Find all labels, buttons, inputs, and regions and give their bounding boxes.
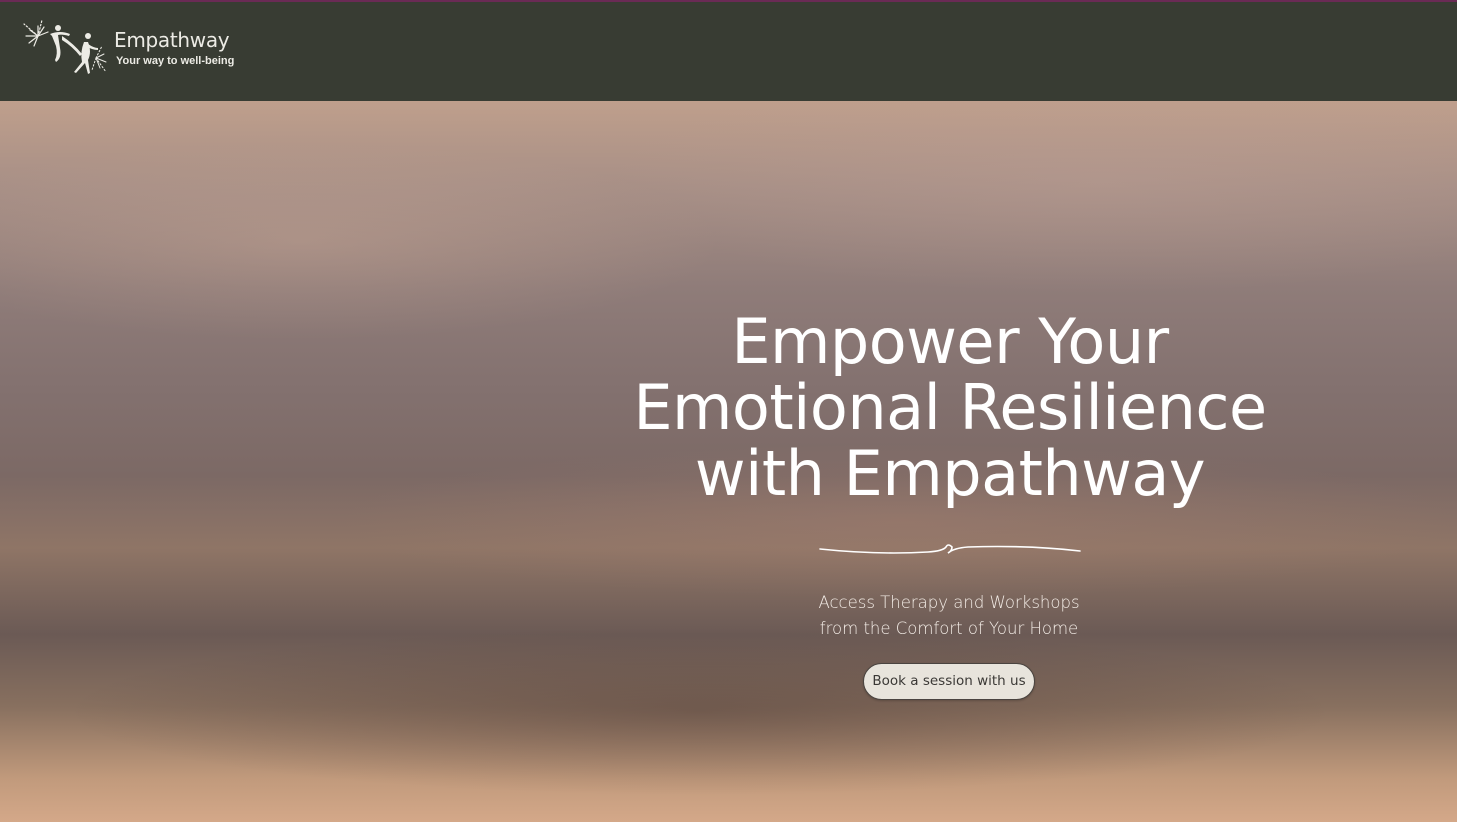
hero-subtitle-line-1: Access Therapy and Workshops	[818, 593, 1080, 612]
brand-tagline: Your way to well-being	[116, 55, 235, 67]
brand-name[interactable]: Empathway	[114, 28, 230, 52]
logo-icon[interactable]	[22, 14, 108, 78]
hero-section: Empower Your Emotional Resilience with E…	[0, 101, 1457, 822]
squiggle-divider-icon	[819, 544, 1081, 554]
hero-title: Empower Your Emotional Resilience with E…	[633, 305, 1267, 510]
page: Empathway Your way to well-being Empower…	[0, 0, 1457, 822]
hero-subtitle-line-2: from the Comfort of Your Home	[819, 619, 1079, 638]
book-session-button[interactable]: Book a session with us	[863, 663, 1035, 700]
site-header: Empathway Your way to well-being	[0, 0, 1457, 101]
hero-subtitle: Access Therapy and Workshops from the Co…	[749, 590, 1149, 642]
